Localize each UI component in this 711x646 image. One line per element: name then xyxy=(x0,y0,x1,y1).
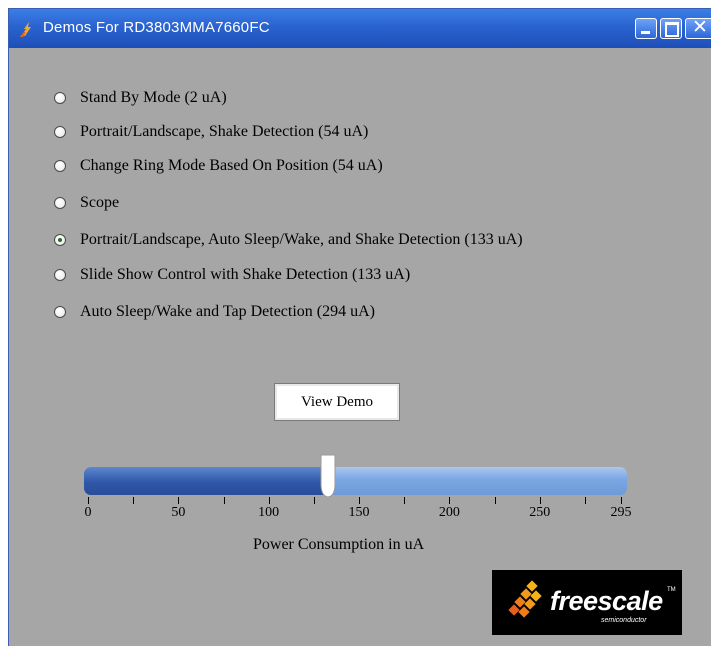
option-label: Stand By Mode (2 uA) xyxy=(80,89,227,106)
radio-button[interactable] xyxy=(54,126,66,138)
slider-tick xyxy=(313,497,315,504)
slider-tick xyxy=(494,497,496,504)
close-icon: ✕ xyxy=(692,16,708,38)
minimize-icon xyxy=(641,31,650,34)
slider-tick xyxy=(88,497,89,504)
minimize-button[interactable] xyxy=(635,18,657,39)
close-button[interactable]: ✕ xyxy=(685,16,711,39)
option-label: Portrait/Landscape, Auto Sleep/Wake, and… xyxy=(80,231,523,248)
power-slider-fill xyxy=(84,467,329,495)
slider-tick-label: 50 xyxy=(171,505,186,520)
radio-button[interactable] xyxy=(54,269,66,281)
radio-button[interactable] xyxy=(54,197,66,209)
option-slideshow[interactable]: Slide Show Control with Shake Detection … xyxy=(54,264,410,286)
radio-button[interactable] xyxy=(54,234,66,246)
option-label: Auto Sleep/Wake and Tap Detection (294 u… xyxy=(80,303,375,320)
slider-tick xyxy=(178,497,180,504)
logo-subtext: semiconductor xyxy=(601,617,647,624)
title-bar[interactable]: Demos For RD3803MMA7660FC ✕ xyxy=(9,9,711,48)
logo-wordmark: freescale xyxy=(550,586,663,616)
main-window: Demos For RD3803MMA7660FC ✕ Stand By Mod… xyxy=(8,8,711,646)
slider-tick xyxy=(404,497,406,504)
radio-button[interactable] xyxy=(54,92,66,104)
window-title: Demos For RD3803MMA7660FC xyxy=(43,19,270,36)
maximize-icon xyxy=(665,22,679,37)
slider-tick xyxy=(359,497,361,504)
slider-tick-label: 200 xyxy=(438,505,460,520)
option-portrait-sleep-shake[interactable]: Portrait/Landscape, Auto Sleep/Wake, and… xyxy=(54,229,523,251)
slider-tick xyxy=(584,497,586,504)
slider-tick-label: 150 xyxy=(348,505,370,520)
slider-tick xyxy=(268,497,270,504)
freescale-logo: freescale TM semiconductor xyxy=(492,570,682,635)
power-slider-thumb[interactable] xyxy=(318,454,338,498)
option-label: Portrait/Landscape, Shake Detection (54 … xyxy=(80,123,369,140)
option-label: Scope xyxy=(80,194,120,211)
freescale-flame-icon xyxy=(508,580,542,618)
option-label: Change Ring Mode Based On Position (54 u… xyxy=(80,157,383,174)
radio-button[interactable] xyxy=(54,306,66,318)
option-label: Slide Show Control with Shake Detection … xyxy=(80,266,411,283)
option-ring-mode[interactable]: Change Ring Mode Based On Position (54 u… xyxy=(54,155,383,177)
slider-tick xyxy=(133,497,135,504)
slider-tick-label: 0 xyxy=(84,505,92,520)
slider-tick-label: 100 xyxy=(258,505,280,520)
option-scope[interactable]: Scope xyxy=(54,192,119,214)
slider-tick-label: 295 xyxy=(610,505,632,520)
logo-trademark: TM xyxy=(667,587,676,593)
slider-tick-label: 250 xyxy=(529,505,551,520)
option-standby[interactable]: Stand By Mode (2 uA) xyxy=(54,87,227,109)
slider-tick xyxy=(223,497,225,504)
option-sleep-tap[interactable]: Auto Sleep/Wake and Tap Detection (294 u… xyxy=(54,301,375,323)
view-demo-button[interactable]: View Demo xyxy=(274,383,400,421)
power-slider-track[interactable] xyxy=(84,467,627,495)
slider-tick xyxy=(621,497,622,504)
slider-tick xyxy=(539,497,541,504)
maximize-button[interactable] xyxy=(660,18,682,39)
app-flame-icon xyxy=(20,22,31,37)
option-portrait-shake[interactable]: Portrait/Landscape, Shake Detection (54 … xyxy=(54,121,368,143)
slider-axis-title: Power Consumption in uA xyxy=(253,536,425,553)
slider-tick xyxy=(449,497,451,504)
radio-button[interactable] xyxy=(54,160,66,172)
